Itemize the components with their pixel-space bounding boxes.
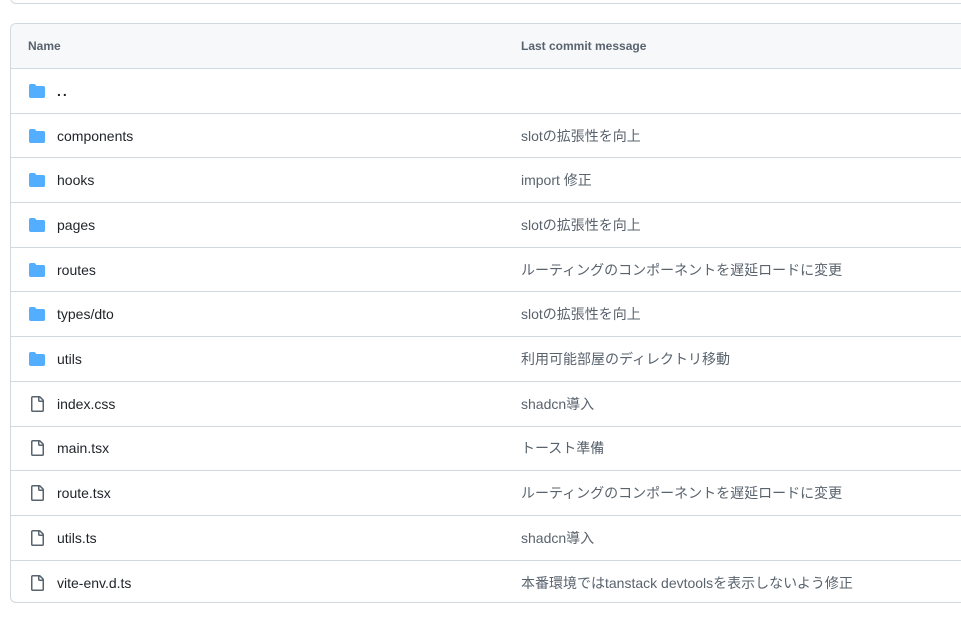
file-table: Name Last commit message .. components sl… — [10, 23, 961, 603]
parent-directory-link[interactable]: .. — [57, 83, 69, 99]
folder-icon — [28, 351, 46, 367]
commit-message-link[interactable]: slotの拡張性を向上 — [504, 215, 961, 235]
commit-message-link[interactable]: shadcn導入 — [504, 394, 961, 414]
commit-message-link[interactable]: shadcn導入 — [504, 528, 961, 548]
commit-message-link[interactable]: 本番環境ではtanstack devtoolsを表示しないよう修正 — [504, 573, 961, 593]
file-icon — [28, 485, 46, 502]
folder-link[interactable]: routes — [57, 262, 96, 278]
file-icon — [28, 395, 46, 412]
column-header-name: Name — [28, 39, 61, 53]
table-row[interactable]: route.tsx ルーティングのコンポーネントを遅延ロードに変更 — [11, 471, 961, 516]
previous-panel-edge — [10, 0, 961, 4]
table-row[interactable]: utils.ts shadcn導入 — [11, 516, 961, 561]
folder-icon — [28, 306, 46, 322]
table-row[interactable]: index.css shadcn導入 — [11, 382, 961, 427]
folder-link[interactable]: hooks — [57, 172, 94, 188]
file-icon — [28, 529, 46, 546]
folder-icon — [28, 172, 46, 188]
file-link[interactable]: vite-env.d.ts — [57, 575, 131, 591]
table-row[interactable]: hooks import 修正 — [11, 158, 961, 204]
file-icon — [28, 574, 46, 591]
commit-message-link[interactable]: ルーティングのコンポーネントを遅延ロードに変更 — [504, 260, 961, 280]
file-link[interactable]: main.tsx — [57, 440, 109, 456]
commit-message-link[interactable]: ルーティングのコンポーネントを遅延ロードに変更 — [504, 483, 961, 503]
table-row[interactable]: pages slotの拡張性を向上 — [11, 203, 961, 248]
folder-icon — [28, 83, 46, 99]
parent-directory-row[interactable]: .. — [11, 69, 961, 114]
file-link[interactable]: utils.ts — [57, 530, 97, 546]
commit-message-link[interactable]: slotの拡張性を向上 — [504, 126, 961, 146]
folder-link[interactable]: types/dto — [57, 306, 114, 322]
table-row[interactable]: main.tsx トースト準備 — [11, 427, 961, 472]
column-header-last-commit-message: Last commit message — [521, 39, 647, 53]
folder-link[interactable]: pages — [57, 217, 95, 233]
file-icon — [28, 440, 46, 457]
commit-message-link[interactable]: import 修正 — [504, 170, 961, 190]
table-row[interactable]: components slotの拡張性を向上 — [11, 114, 961, 159]
folder-link[interactable]: utils — [57, 351, 82, 367]
file-link[interactable]: route.tsx — [57, 485, 111, 501]
commit-message-link[interactable]: slotの拡張性を向上 — [504, 304, 961, 324]
folder-icon — [28, 217, 46, 233]
file-link[interactable]: index.css — [57, 396, 115, 412]
table-row[interactable]: types/dto slotの拡張性を向上 — [11, 292, 961, 338]
folder-icon — [28, 128, 46, 144]
folder-icon — [28, 262, 46, 278]
table-row[interactable]: vite-env.d.ts 本番環境ではtanstack devtoolsを表示し… — [11, 561, 961, 602]
table-row[interactable]: utils 利用可能部屋のディレクトリ移動 — [11, 337, 961, 382]
commit-message-link[interactable]: トースト準備 — [504, 438, 961, 458]
folder-link[interactable]: components — [57, 128, 133, 144]
table-header: Name Last commit message — [11, 24, 961, 69]
table-row[interactable]: routes ルーティングのコンポーネントを遅延ロードに変更 — [11, 248, 961, 293]
commit-message-link[interactable]: 利用可能部屋のディレクトリ移動 — [504, 349, 961, 369]
